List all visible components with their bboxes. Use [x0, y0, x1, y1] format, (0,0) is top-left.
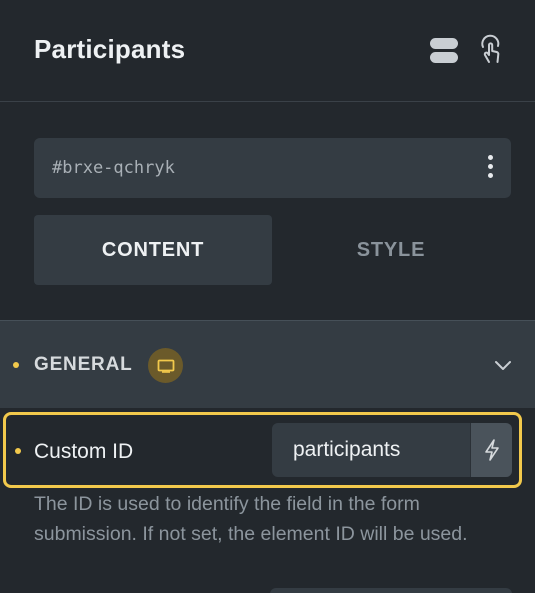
- element-id-field[interactable]: #brxe-qchryk: [34, 138, 511, 198]
- dynamic-data-button[interactable]: [470, 423, 512, 477]
- tab-content[interactable]: CONTENT: [34, 215, 272, 285]
- kebab-icon[interactable]: [485, 155, 495, 183]
- section-title: GENERAL: [34, 354, 133, 375]
- custom-id-label: Custom ID: [34, 440, 134, 463]
- tab-style[interactable]: STYLE: [272, 215, 510, 285]
- custom-id-control: Custom ID: [3, 412, 522, 488]
- custom-id-description: The ID is used to identify the field in …: [34, 493, 468, 545]
- pointer-hand-icon[interactable]: [476, 34, 506, 66]
- element-id-value[interactable]: #brxe-qchryk: [52, 158, 175, 178]
- panel-title: Participants: [34, 34, 186, 64]
- changed-indicator-dot: [15, 448, 21, 454]
- toggle-icon[interactable]: [429, 34, 459, 66]
- section-general-header[interactable]: GENERAL: [0, 320, 535, 408]
- monitor-icon: [148, 348, 183, 383]
- custom-id-input[interactable]: [272, 423, 470, 477]
- lightning-icon: [484, 439, 499, 461]
- next-field-input[interactable]: [270, 588, 512, 593]
- panel-header: Participants: [0, 0, 535, 102]
- chevron-down-icon[interactable]: [493, 355, 513, 375]
- changed-indicator-dot: [13, 362, 19, 368]
